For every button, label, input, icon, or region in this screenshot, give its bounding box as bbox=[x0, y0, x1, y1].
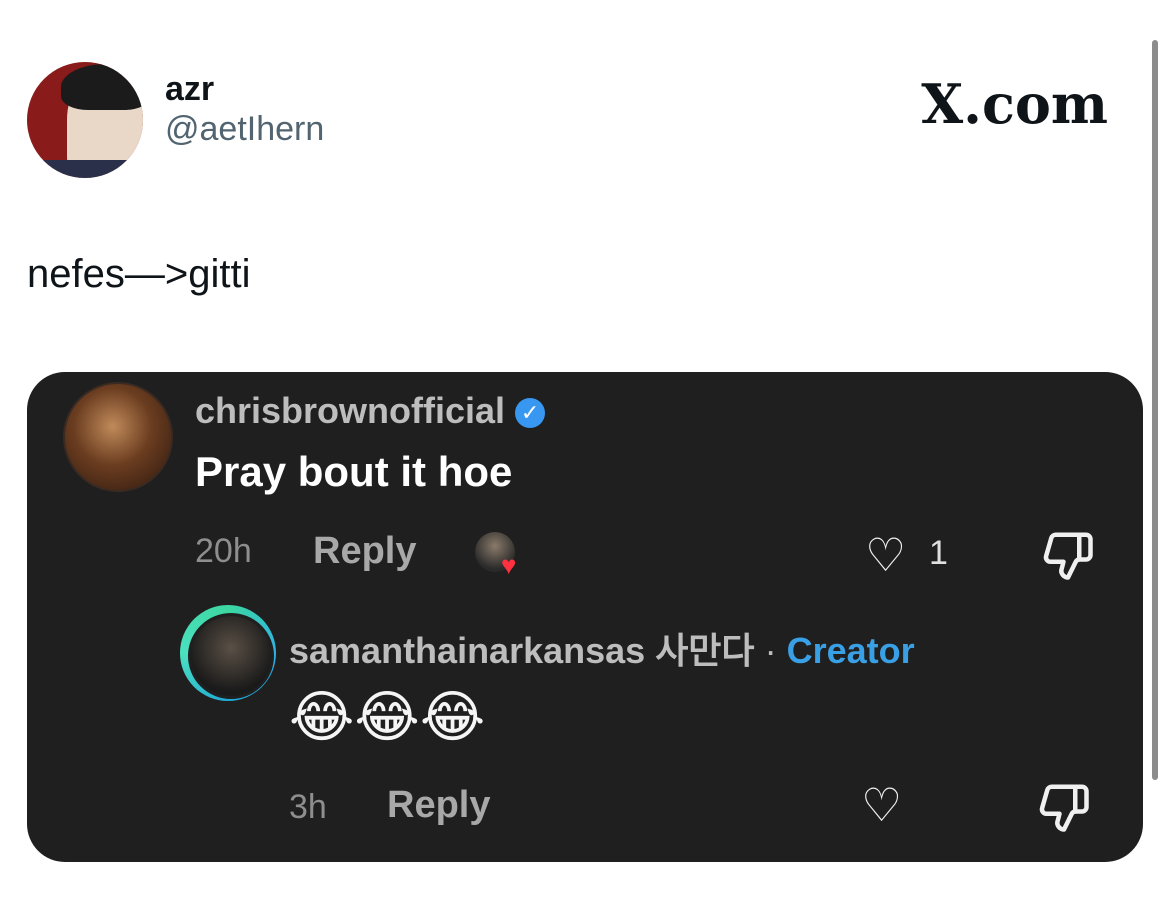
author-avatar[interactable] bbox=[27, 62, 143, 178]
replier-username: samanthainarkansas 사만다 bbox=[289, 630, 755, 671]
separator-dot: · bbox=[764, 630, 777, 671]
like-heart-icon: ♡ bbox=[865, 529, 907, 581]
dislike-icon bbox=[1041, 528, 1095, 587]
scrollbar[interactable] bbox=[1152, 40, 1158, 780]
replier-avatar bbox=[188, 613, 274, 699]
commenter-username: chrisbrownofficial bbox=[195, 390, 506, 431]
tweet-author: azr @aetIhern bbox=[27, 62, 324, 178]
creator-heart-icon: ♥ bbox=[501, 550, 517, 580]
comment-text: Pray bout it hoe bbox=[195, 448, 513, 495]
comment-reply-button: Reply bbox=[313, 530, 417, 572]
verified-check-icon: ✓ bbox=[515, 398, 546, 429]
comment-time: 20h bbox=[195, 532, 252, 570]
reply-dislike-icon bbox=[1037, 780, 1091, 839]
reply-emojis: 😂😂😂 bbox=[289, 685, 486, 748]
commenter-avatar bbox=[63, 382, 173, 492]
brand-text: X.com bbox=[921, 72, 1108, 136]
reply-time: 3h bbox=[289, 788, 327, 826]
like-count: 1 bbox=[929, 534, 948, 572]
reply-reply-button: Reply bbox=[387, 784, 491, 826]
author-handle[interactable]: @aetIhern bbox=[165, 109, 324, 149]
tweet-text: nefes—>gitti bbox=[27, 252, 251, 296]
author-meta: azr @aetIhern bbox=[165, 69, 324, 149]
x-logo: X.com bbox=[921, 72, 1108, 136]
commenter-username-row: chrisbrownofficial ✓ bbox=[195, 390, 546, 432]
embedded-comment-screenshot: chrisbrownofficial ✓ Pray bout it hoe 20h… bbox=[27, 372, 1143, 862]
creator-badge: Creator bbox=[786, 630, 915, 671]
avatar-shirt bbox=[37, 160, 143, 178]
avatar-hair bbox=[61, 64, 143, 110]
replier-username-row: samanthainarkansas 사만다 · Creator bbox=[289, 622, 915, 674]
author-display-name[interactable]: azr bbox=[165, 69, 324, 109]
reply-heart-icon: ♡ bbox=[861, 779, 903, 831]
